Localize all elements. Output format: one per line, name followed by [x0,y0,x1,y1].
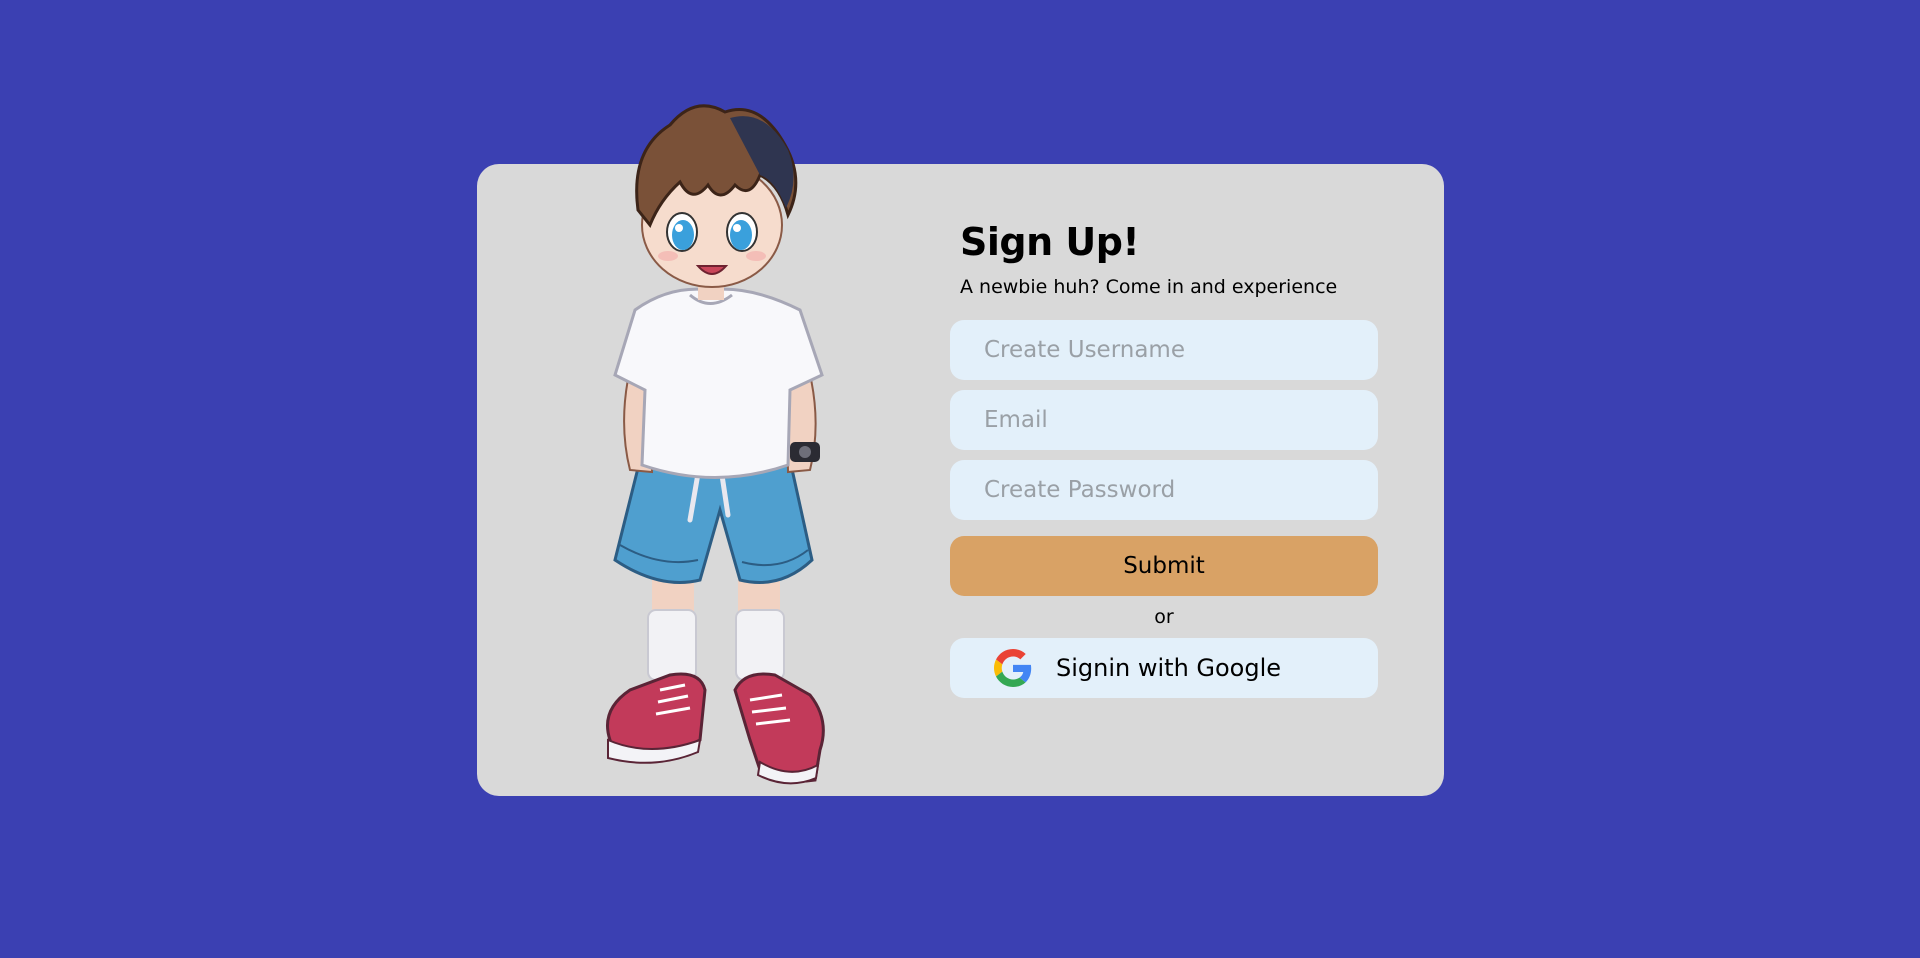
email-input[interactable] [950,390,1378,450]
page-subtitle: A newbie huh? Come in and experience [960,276,1338,298]
submit-button[interactable]: Submit [950,536,1378,596]
input-fields [950,320,1378,520]
google-icon [994,649,1032,687]
page-title: Sign Up! [960,220,1140,264]
username-input[interactable] [950,320,1378,380]
character-illustration [606,104,825,785]
google-signin-label: Signin with Google [1056,654,1282,682]
google-signin-button[interactable]: Signin with Google [950,638,1378,698]
or-divider: or [1154,606,1174,628]
signup-form: Sign Up! A newbie huh? Come in and exper… [950,220,1378,698]
page: Sign Up! A newbie huh? Come in and exper… [0,0,1920,958]
password-input[interactable] [950,460,1378,520]
